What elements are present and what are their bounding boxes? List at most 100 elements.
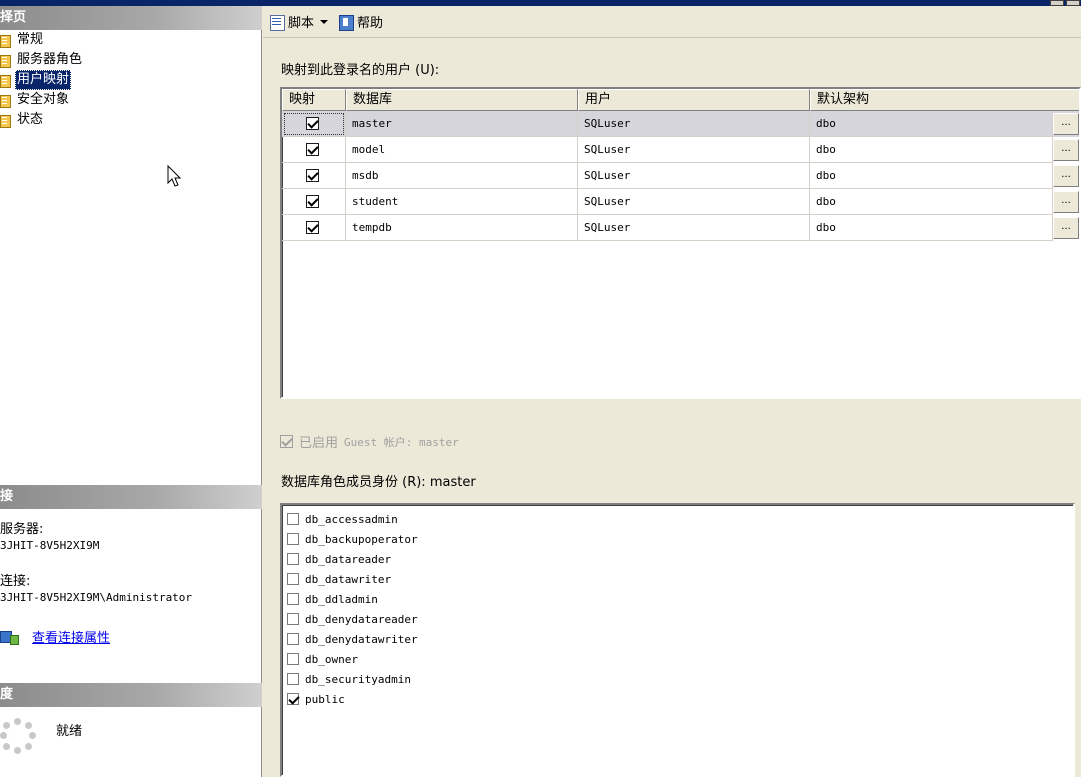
list-item[interactable]: db_backupoperator <box>287 529 418 549</box>
browse-schema-button[interactable]: ... <box>1053 113 1079 135</box>
map-cell[interactable] <box>282 189 346 215</box>
nav-item-general[interactable]: 常规 <box>0 30 262 50</box>
role-membership-caption-text: 数据库角色成员身份 (R): master <box>281 475 476 490</box>
database-cell[interactable]: tempdb <box>346 215 578 241</box>
role-checkbox[interactable] <box>287 633 299 645</box>
page-icon <box>0 112 12 128</box>
view-connection-properties[interactable]: 查看连接属性 <box>0 627 110 646</box>
list-item[interactable]: db_datawriter <box>287 569 391 589</box>
user-mapping-grid[interactable]: 映射 数据库 用户 默认架构 master SQLuser dbo ... mo… <box>280 87 1081 399</box>
table-row[interactable]: student SQLuser dbo ... <box>282 189 1079 215</box>
column-header-map[interactable]: 映射 <box>282 89 346 111</box>
progress-status-text: 就绪 <box>56 724 83 739</box>
nav-item-label: 服务器角色 <box>17 52 83 67</box>
nav-item-securables[interactable]: 安全对象 <box>0 90 262 110</box>
browse-schema-button[interactable]: ... <box>1053 217 1079 239</box>
role-checkbox[interactable] <box>287 573 299 585</box>
database-cell[interactable]: model <box>346 137 578 163</box>
column-header-user[interactable]: 用户 <box>578 89 810 111</box>
role-checkbox[interactable] <box>287 533 299 545</box>
role-checkbox[interactable] <box>287 693 299 705</box>
list-item[interactable]: db_denydatareader <box>287 609 418 629</box>
progress-header: 度 <box>0 683 262 707</box>
map-checkbox[interactable] <box>306 143 319 156</box>
role-checkbox[interactable] <box>287 553 299 565</box>
role-checkbox[interactable] <box>287 613 299 625</box>
nav-item-user-mapping[interactable]: 用户映射 <box>0 70 262 90</box>
list-item[interactable]: db_securityadmin <box>287 669 411 689</box>
table-row[interactable]: tempdb SQLuser dbo ... <box>282 215 1079 241</box>
role-checkbox[interactable] <box>287 513 299 525</box>
schema-cell[interactable]: dbo <box>810 137 1053 163</box>
table-row[interactable]: msdb SQLuser dbo ... <box>282 163 1079 189</box>
role-label: public <box>305 692 345 706</box>
users-grid-caption: 映射到此登录名的用户 (U): <box>281 63 440 78</box>
map-cell[interactable] <box>282 215 346 241</box>
column-header-default-schema[interactable]: 默认架构 <box>810 89 1079 111</box>
nav-item-status[interactable]: 状态 <box>0 110 262 130</box>
list-item[interactable]: db_accessadmin <box>287 509 398 529</box>
map-checkbox[interactable] <box>306 169 319 182</box>
connection-value: 3JHIT-8V5H2XI9M\Administrator <box>0 591 193 604</box>
map-cell[interactable] <box>282 163 346 189</box>
role-label: db_datareader <box>305 552 392 566</box>
role-membership-list[interactable]: db_accessadmin db_backupoperator db_data… <box>280 503 1075 777</box>
progress-status: 就绪 <box>0 718 82 754</box>
user-cell[interactable]: SQLuser <box>578 163 810 189</box>
browse-schema-button[interactable]: ... <box>1053 139 1079 161</box>
column-header-database[interactable]: 数据库 <box>346 89 578 111</box>
table-row[interactable]: model SQLuser dbo ... <box>282 137 1079 163</box>
table-row[interactable]: master SQLuser dbo ... <box>282 111 1079 137</box>
role-label: db_denydatareader <box>305 612 418 626</box>
role-checkbox[interactable] <box>287 653 299 665</box>
map-checkbox[interactable] <box>306 117 319 130</box>
view-connection-properties-link[interactable]: 查看连接属性 <box>32 627 110 646</box>
left-pane: 择页 常规 服务器角色 用户映射 安全对象 状态 接 服务器: 3JHIT-8V… <box>0 6 262 777</box>
schema-cell[interactable]: dbo <box>810 215 1053 241</box>
browse-schema-button[interactable]: ... <box>1053 191 1079 213</box>
list-item[interactable]: public <box>287 689 345 709</box>
role-checkbox[interactable] <box>287 673 299 685</box>
database-cell[interactable]: student <box>346 189 578 215</box>
script-button[interactable]: 脚本 <box>267 11 336 33</box>
role-membership-caption: 数据库角色成员身份 (R): master <box>281 474 476 492</box>
guest-account-checkbox <box>280 435 293 448</box>
connection-label: 连接: <box>0 574 31 589</box>
map-checkbox[interactable] <box>306 195 319 208</box>
user-cell[interactable]: SQLuser <box>578 137 810 163</box>
chevron-down-icon[interactable] <box>320 19 329 24</box>
map-checkbox[interactable] <box>306 221 319 234</box>
list-item[interactable]: db_datareader <box>287 549 391 569</box>
server-label: 服务器: <box>0 522 44 537</box>
role-label: db_securityadmin <box>305 672 411 686</box>
user-cell[interactable]: SQLuser <box>578 215 810 241</box>
user-cell[interactable]: SQLuser <box>578 189 810 215</box>
nav-item-server-roles[interactable]: 服务器角色 <box>0 50 262 70</box>
user-cell[interactable]: SQLuser <box>578 111 810 137</box>
database-cell[interactable]: master <box>346 111 578 137</box>
list-item[interactable]: db_owner <box>287 649 358 669</box>
role-label: db_owner <box>305 652 358 666</box>
browse-schema-button[interactable]: ... <box>1053 165 1079 187</box>
script-button-label: 脚本 <box>288 16 315 31</box>
map-cell[interactable] <box>282 137 346 163</box>
grid-header: 映射 数据库 用户 默认架构 <box>282 89 1079 111</box>
list-item[interactable]: db_ddladmin <box>287 589 378 609</box>
schema-cell[interactable]: dbo <box>810 111 1053 137</box>
schema-cell[interactable]: dbo <box>810 163 1053 189</box>
role-label: db_datawriter <box>305 572 392 586</box>
role-checkbox[interactable] <box>287 593 299 605</box>
schema-cell[interactable]: dbo <box>810 189 1053 215</box>
mouse-cursor-icon <box>167 165 182 187</box>
page-icon <box>0 72 12 88</box>
nav-item-label: 安全对象 <box>17 92 70 107</box>
map-cell[interactable] <box>282 111 346 137</box>
page-nav: 常规 服务器角色 用户映射 安全对象 状态 <box>0 30 262 130</box>
page-icon <box>0 32 12 48</box>
help-button[interactable]: 帮助 <box>336 11 385 33</box>
help-icon <box>338 14 355 31</box>
database-cell[interactable]: msdb <box>346 163 578 189</box>
role-label: db_backupoperator <box>305 532 418 546</box>
role-label: db_denydatawriter <box>305 632 418 646</box>
list-item[interactable]: db_denydatawriter <box>287 629 418 649</box>
